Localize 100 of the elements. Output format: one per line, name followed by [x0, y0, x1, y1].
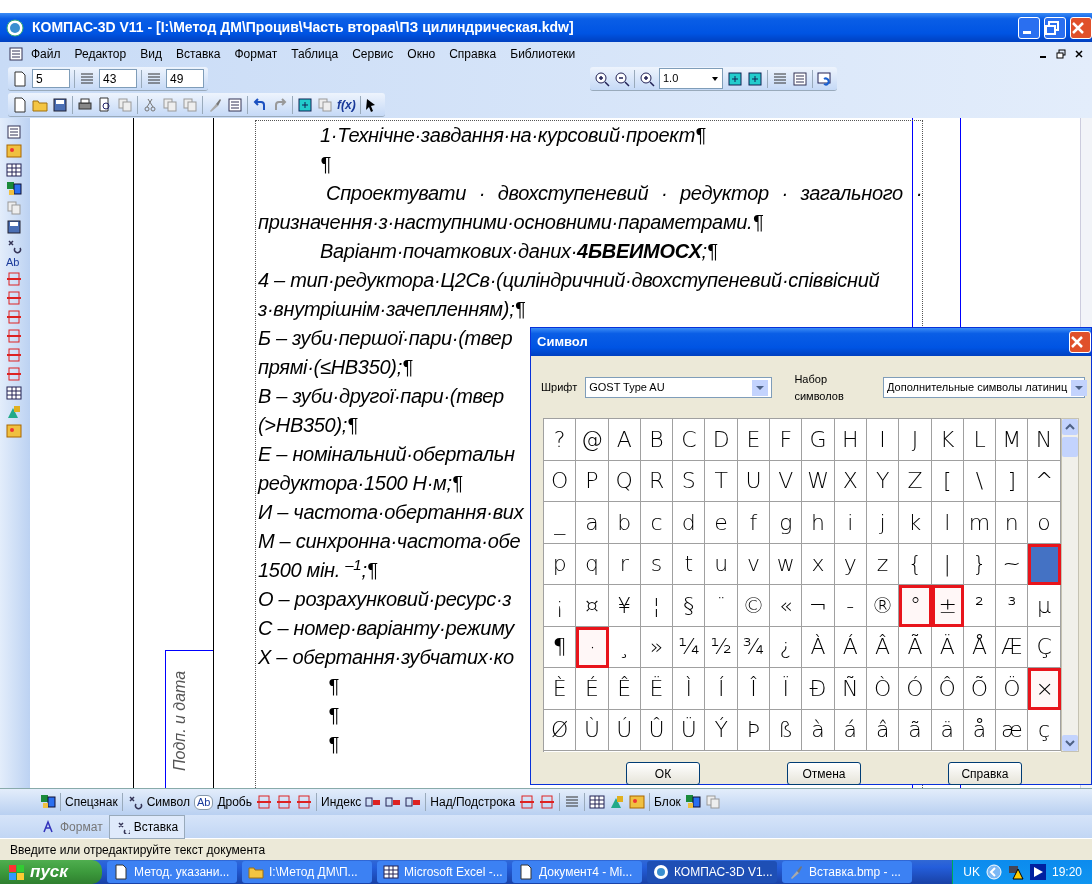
symbol-cell[interactable]: É — [576, 668, 609, 710]
symbol-cell[interactable]: ç — [1028, 709, 1061, 751]
symbol-cell[interactable]: Ï — [770, 668, 803, 710]
symbol-cell[interactable]: A — [608, 419, 641, 461]
symbol-cell[interactable]: µ — [1028, 585, 1061, 627]
symbol-cell[interactable]: ã — [899, 709, 932, 751]
symbol-cell[interactable]: f — [737, 502, 771, 544]
menu-item[interactable]: Файл — [24, 45, 68, 63]
symbol-cell[interactable]: k — [899, 502, 932, 544]
menu-item[interactable]: Библиотеки — [503, 45, 583, 63]
symbol-cell[interactable]: « — [770, 585, 803, 627]
symbol-cell[interactable]: o — [1028, 502, 1061, 544]
symbol-cell[interactable]: y — [834, 543, 867, 585]
format-icon[interactable] — [519, 794, 536, 810]
symbol-cell[interactable]: Ú — [608, 709, 641, 751]
symbol-cell[interactable]: Y — [866, 460, 900, 502]
symbol-cell[interactable]: L — [963, 419, 997, 461]
restore-icon[interactable] — [1056, 49, 1066, 59]
picture-icon[interactable] — [6, 423, 22, 439]
symbol-cell[interactable]: l — [931, 502, 964, 544]
symbol-cell[interactable]: Õ — [963, 668, 997, 710]
symbol-cell[interactable]: c — [640, 502, 674, 544]
lines-icon[interactable] — [146, 70, 162, 87]
symbol-cell[interactable]: m — [963, 502, 997, 544]
symbol-cell[interactable]: â — [866, 709, 900, 751]
symbol-cell[interactable]: M — [996, 419, 1029, 461]
symbol-cell[interactable]: » — [640, 626, 674, 668]
scissors-icon[interactable] — [142, 96, 158, 113]
symbol-cell[interactable]: ² — [963, 585, 997, 627]
save-icon[interactable] — [52, 96, 68, 113]
page-number-icon[interactable] — [12, 70, 28, 87]
table-icon[interactable] — [6, 162, 22, 178]
symbol-cell[interactable]: V — [770, 460, 803, 502]
fit-icon[interactable] — [747, 70, 763, 87]
zoom-dropdown[interactable]: 1.0 — [659, 68, 723, 89]
symbol-cell[interactable]: æ — [996, 709, 1029, 751]
dialog-button[interactable]: ОК — [626, 762, 700, 785]
symbol-cell[interactable]: ¾ — [737, 626, 771, 668]
symbol-cell[interactable]: N — [1028, 419, 1061, 461]
taskbar-button[interactable]: I:\Метод ДМ\П... — [242, 861, 372, 883]
menu-item[interactable]: Вид — [133, 45, 169, 63]
symbol-cell[interactable]: s — [640, 543, 674, 585]
list-icon[interactable] — [227, 96, 243, 113]
symbol-cell[interactable]: Ë — [640, 668, 674, 710]
taskbar-button[interactable]: Вставка.bmp - ... — [782, 861, 912, 883]
dialog-button[interactable]: Справка — [948, 762, 1022, 785]
picture-icon[interactable] — [629, 794, 646, 810]
lines-icon[interactable] — [772, 70, 788, 87]
close-button[interactable] — [1070, 16, 1092, 39]
symbol-cell[interactable]: Þ — [737, 709, 771, 751]
symbol-cell[interactable]: P — [576, 460, 609, 502]
symbol-cell[interactable]: E — [737, 419, 771, 461]
symbol-cell[interactable]: U — [737, 460, 771, 502]
symbol-cell[interactable]: t — [673, 543, 706, 585]
toolbar-label[interactable]: Над/Подстрока — [430, 793, 516, 811]
zoom-icon[interactable] — [639, 70, 655, 87]
font-dropdown[interactable]: GOST Type AU — [585, 377, 773, 398]
taskbar-button[interactable]: Microsoft Excel -... — [377, 861, 507, 883]
block-icon[interactable] — [6, 181, 22, 197]
symbol-cell[interactable]: F — [770, 419, 803, 461]
symbol-cell[interactable]: X — [834, 460, 867, 502]
symbol-cell[interactable]: ¿ — [770, 626, 803, 668]
symbol-cell[interactable]: á — [834, 709, 867, 751]
symbol-cell[interactable]: R — [640, 460, 674, 502]
format-icon[interactable] — [6, 328, 22, 344]
refresh-icon[interactable] — [817, 70, 833, 87]
index-icon[interactable] — [365, 794, 382, 810]
symbol-cell[interactable]: ¡ — [544, 585, 577, 627]
index-icon[interactable] — [405, 794, 422, 810]
symbol-cell[interactable]: a — [576, 502, 609, 544]
format-icon[interactable] — [6, 271, 22, 287]
symbol-cell[interactable]: à — [802, 709, 835, 751]
symbol-cell[interactable]: G — [802, 419, 835, 461]
play-icon[interactable] — [1029, 864, 1046, 880]
symbol-cell[interactable]: B — [640, 419, 674, 461]
warning-icon[interactable] — [1007, 864, 1024, 880]
fraction-button[interactable]: Ab — [6, 257, 22, 268]
symbol-cell[interactable]: Ü — [673, 709, 706, 751]
symbol-cell[interactable]: ± — [931, 585, 964, 627]
symbol-cell[interactable]: Ò — [866, 668, 900, 710]
format-icon[interactable] — [6, 309, 22, 325]
symbol-cell[interactable]: Ê — [608, 668, 641, 710]
taskbar-button[interactable]: Метод. указани... — [107, 861, 237, 883]
symbol-cell[interactable]: § — [673, 585, 706, 627]
symbol-cell[interactable]: ß — [770, 709, 803, 751]
symbol-cell[interactable]: © — [737, 585, 771, 627]
printer-icon[interactable] — [77, 96, 93, 113]
scroll-down-icon[interactable] — [1061, 735, 1078, 751]
start-button[interactable]: пуск — [0, 860, 102, 884]
symbol-cell[interactable]: Z — [899, 460, 932, 502]
format-icon[interactable] — [6, 347, 22, 363]
symbol-cell[interactable]: d — [673, 502, 706, 544]
text-icon[interactable] — [564, 794, 581, 810]
symbol-cell[interactable]: Ý — [705, 709, 738, 751]
dialog-button[interactable]: Отмена — [787, 762, 861, 785]
symbol-cell[interactable]: Ì — [673, 668, 706, 710]
symbol-cell[interactable]: [ — [931, 460, 964, 502]
symbol-cell[interactable]: Ó — [899, 668, 932, 710]
symbol-cell[interactable]: · — [576, 626, 609, 668]
symbol-cell[interactable]: r — [608, 543, 641, 585]
